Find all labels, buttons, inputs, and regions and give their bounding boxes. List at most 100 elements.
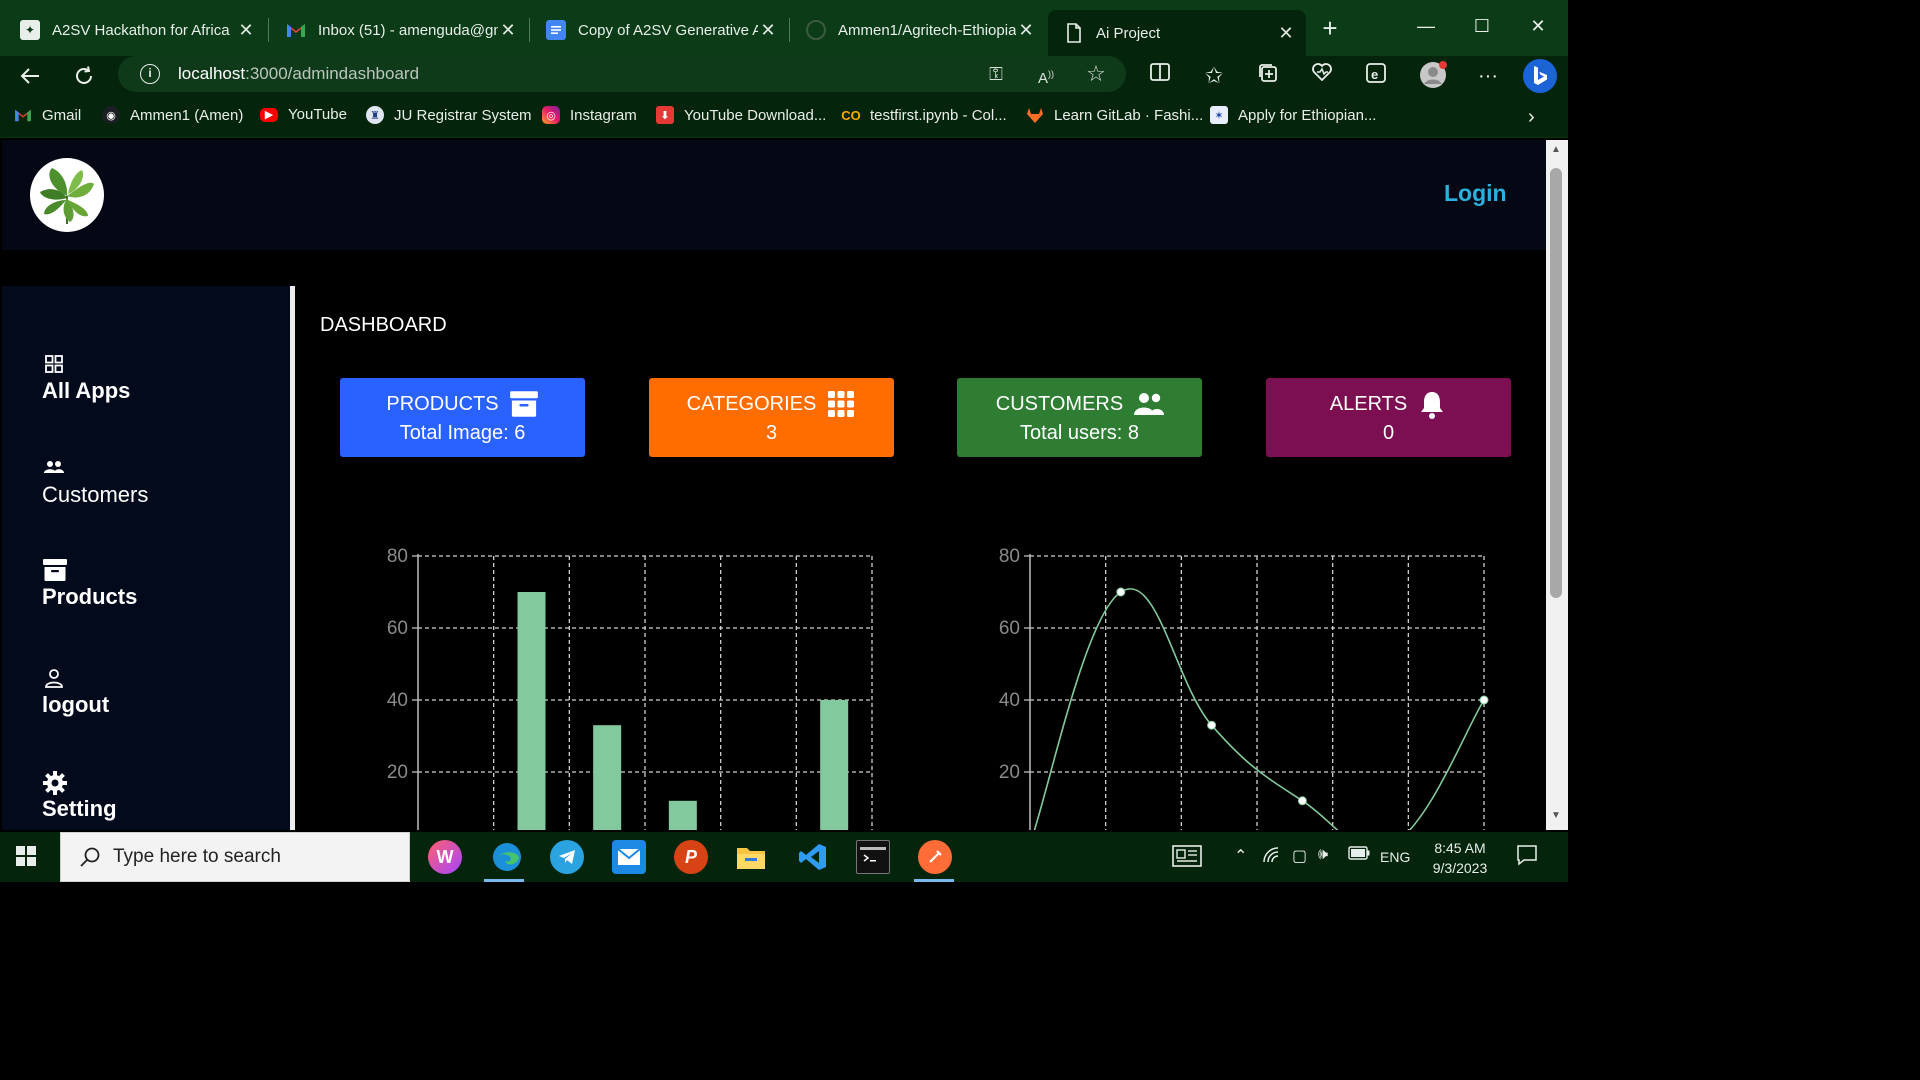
- more-options-icon[interactable]: ···: [1474, 62, 1502, 90]
- person-icon: [42, 666, 66, 690]
- bookmark-ju-registrar[interactable]: ♜ JU Registrar System: [366, 106, 532, 124]
- postman-icon[interactable]: P: [674, 840, 708, 874]
- scroll-down-icon[interactable]: ▼: [1550, 810, 1562, 822]
- bookmark-gmail[interactable]: Gmail: [14, 106, 81, 124]
- close-icon[interactable]: ✕: [498, 20, 518, 41]
- bookmark-label: YouTube Download...: [684, 106, 827, 124]
- bookmark-instagram[interactable]: ◎ Instagram: [542, 106, 637, 124]
- tab-gmail-inbox[interactable]: Inbox (51) - amenguda@gm ✕: [270, 8, 528, 52]
- card-value: Total Image: 6: [399, 422, 526, 444]
- url-text[interactable]: localhost:3000/admindashboard: [178, 64, 419, 84]
- terminal-icon[interactable]: [856, 840, 890, 874]
- bookmark-github[interactable]: ◉ Ammen1 (Amen): [102, 106, 243, 124]
- windows-start-icon[interactable]: [12, 842, 42, 872]
- y-tick-label: 40: [999, 690, 1020, 711]
- page-scrollbar[interactable]: ▲ ▼: [1546, 140, 1568, 830]
- profile-avatar[interactable]: [1418, 60, 1447, 88]
- bookmark-label: Ammen1 (Amen): [130, 106, 244, 124]
- edge-browser-icon[interactable]: [490, 840, 524, 874]
- site-info-icon[interactable]: i: [140, 64, 160, 84]
- key-icon[interactable]: ⚿: [984, 62, 1008, 86]
- tab-a2sv-hackathon[interactable]: ✦ A2SV Hackathon for Africa ✕: [4, 8, 266, 52]
- scroll-up-icon[interactable]: ▲: [1550, 144, 1562, 156]
- bar-mark: [820, 700, 849, 830]
- bing-chat-icon[interactable]: [1522, 58, 1558, 94]
- volume-icon[interactable]: 🕪: [1318, 846, 1328, 864]
- tab-github-repo[interactable]: Ammen1/Agritech-Ethiopia ✕: [790, 8, 1046, 52]
- mail-icon[interactable]: [612, 840, 646, 874]
- bookmark-youtube-downloader[interactable]: ⬇ YouTube Download...: [656, 106, 826, 124]
- browser-essentials-icon[interactable]: [1308, 62, 1336, 90]
- ie-mode-icon[interactable]: e: [1362, 62, 1390, 90]
- bookmark-gitlab[interactable]: Learn GitLab · Fashi...: [1026, 106, 1203, 124]
- sidebar-item-logout[interactable]: logout: [42, 666, 109, 718]
- language-indicator[interactable]: ENG: [1380, 849, 1410, 865]
- read-aloud-icon[interactable]: A)): [1034, 62, 1058, 87]
- bookmark-colab[interactable]: CO testfirst.ipynb - Col...: [841, 106, 1006, 124]
- news-widget-icon[interactable]: [1172, 844, 1202, 873]
- bookmark-label: Instagram: [570, 106, 637, 124]
- sidebar-item-setting[interactable]: Setting: [42, 770, 117, 822]
- card-products[interactable]: PRODUCTS Total Image: 6: [340, 378, 585, 457]
- card-label: ALERTS: [1329, 392, 1408, 415]
- taskbar-search-box[interactable]: Type here to search: [60, 832, 410, 882]
- window-close-icon[interactable]: ✕: [1510, 8, 1566, 44]
- ju-icon: ♜: [366, 106, 384, 124]
- battery-icon[interactable]: [1348, 846, 1370, 865]
- card-alerts[interactable]: ALERTS 0: [1266, 378, 1511, 457]
- line-series: [1033, 588, 1485, 830]
- leaf-logo-icon[interactable]: [30, 158, 104, 232]
- bookmark-ethiopian-passport[interactable]: ✶ Apply for Ethiopian...: [1210, 106, 1376, 124]
- refresh-icon[interactable]: [68, 60, 100, 92]
- postman-orange-icon[interactable]: [918, 840, 952, 874]
- wifi-icon[interactable]: [1262, 846, 1282, 869]
- file-explorer-icon[interactable]: [734, 840, 768, 874]
- sidebar-item-label: Products: [42, 584, 138, 609]
- close-icon[interactable]: ✕: [1276, 23, 1296, 44]
- archive-icon: [509, 390, 539, 418]
- address-bar[interactable]: i localhost:3000/admindashboard ⚿ A)) ☆: [118, 56, 1126, 92]
- bar-mark: [668, 800, 697, 830]
- favorite-star-icon[interactable]: ☆: [1084, 62, 1108, 86]
- y-tick-label: 20: [999, 762, 1020, 783]
- tab-ai-project[interactable]: Ai Project ✕: [1048, 10, 1306, 56]
- line-point: [1479, 695, 1489, 705]
- device-icon[interactable]: ▢: [1292, 846, 1307, 866]
- card-value: 0: [1382, 422, 1395, 444]
- page-title: DASHBOARD: [320, 314, 447, 336]
- card-categories[interactable]: CATEGORIES 3: [649, 378, 894, 457]
- sidebar-item-products[interactable]: Products: [42, 558, 137, 610]
- sidebar-item-customers[interactable]: Customers: [42, 456, 148, 508]
- sidebar-item-all-apps[interactable]: All Apps: [42, 352, 130, 404]
- new-tab-icon[interactable]: +: [1316, 14, 1344, 42]
- close-icon[interactable]: ✕: [236, 20, 256, 41]
- bookmark-youtube[interactable]: ▶ YouTube: [260, 106, 347, 123]
- y-tick-label: 80: [999, 546, 1020, 567]
- chevron-right-icon[interactable]: ›: [1528, 106, 1535, 129]
- apps-grid-icon: [826, 390, 856, 418]
- chevron-up-icon[interactable]: ⌃: [1234, 846, 1247, 866]
- maximize-icon[interactable]: ☐: [1454, 8, 1510, 44]
- vscode-icon[interactable]: [796, 840, 830, 874]
- browser-tab-bar: ✦ A2SV Hackathon for Africa ✕ Inbox (51)…: [0, 0, 1568, 56]
- active-app-indicator: [484, 879, 524, 882]
- system-clock[interactable]: 8:45 AM 9/3/2023: [1420, 838, 1500, 878]
- bar-mark: [517, 592, 546, 830]
- collections-icon[interactable]: [1254, 62, 1282, 90]
- gmail-icon: [14, 106, 32, 124]
- minimize-icon[interactable]: —: [1398, 8, 1454, 44]
- card-customers[interactable]: CUSTOMERS Total users: 8: [957, 378, 1202, 457]
- close-icon[interactable]: ✕: [1016, 20, 1036, 41]
- scrollbar-thumb[interactable]: [1550, 168, 1562, 598]
- page-viewport: Login All Apps Customers Products logout…: [2, 140, 1546, 830]
- split-screen-icon[interactable]: [1146, 62, 1174, 90]
- notification-icon[interactable]: [1516, 844, 1538, 871]
- bell-icon: [1417, 390, 1447, 419]
- login-link[interactable]: Login: [1444, 180, 1507, 207]
- back-icon[interactable]: [14, 60, 46, 92]
- telegram-icon[interactable]: [550, 840, 584, 874]
- close-icon[interactable]: ✕: [758, 20, 778, 41]
- favorites-icon[interactable]: ✩: [1200, 62, 1228, 90]
- tab-google-docs[interactable]: Copy of A2SV Generative AI ✕: [530, 8, 788, 52]
- wps-office-icon[interactable]: W: [428, 840, 462, 874]
